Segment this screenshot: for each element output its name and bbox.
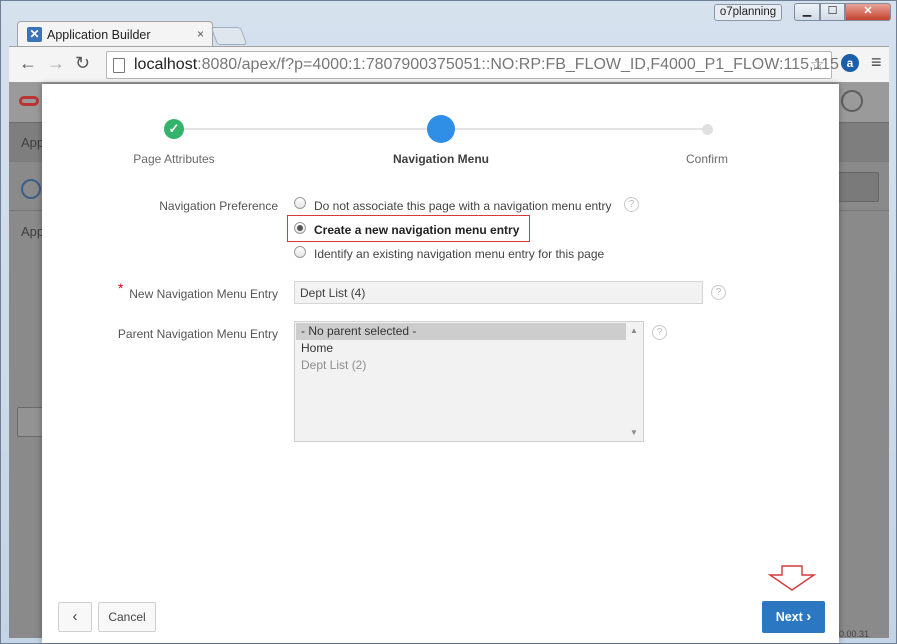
new-entry-input[interactable] <box>294 281 703 304</box>
radio-identify-existing[interactable] <box>294 246 306 258</box>
url-path: :8080/apex/f?p=4000:1:7807900375051::NO:… <box>197 56 839 73</box>
apex-favicon-icon: ✕ <box>27 27 42 42</box>
bg-search-box <box>17 407 45 437</box>
annotation-down-arrow-icon <box>768 565 816 591</box>
maximize-button[interactable]: ☐ <box>820 3 845 21</box>
list-item[interactable]: - No parent selected - <box>296 323 626 340</box>
back-arrow-icon[interactable]: ← <box>19 53 37 74</box>
next-button[interactable]: Next › <box>762 601 825 633</box>
scroll-down-icon[interactable]: ▼ <box>630 428 638 437</box>
parent-entry-listbox[interactable]: - No parent selected - Home Dept List (2… <box>294 321 644 442</box>
radio-no-association[interactable] <box>294 197 306 209</box>
url-text: localhost:8080/apex/f?p=4000:1:780790037… <box>134 56 839 74</box>
browser-tab[interactable]: ✕ Application Builder × <box>17 21 213 47</box>
previous-button[interactable]: ‹ <box>58 602 92 632</box>
help-new-entry-icon[interactable]: ? <box>711 285 726 300</box>
status-fragment: 0.00.31 <box>839 629 870 639</box>
oracle-logo-icon <box>19 96 39 106</box>
radio-no-association-label[interactable]: Do not associate this page with a naviga… <box>314 199 612 213</box>
browser-menu-icon[interactable]: ≡ <box>871 52 882 73</box>
nav-preference-label: Navigation Preference <box>159 199 278 213</box>
bg-user-icon <box>841 90 863 112</box>
reload-icon[interactable]: ↻ <box>75 53 90 74</box>
help-parent-entry-icon[interactable]: ? <box>652 325 667 340</box>
wizard-line-left <box>174 128 442 130</box>
chevron-right-icon: › <box>806 608 812 625</box>
scroll-up-icon[interactable]: ▲ <box>630 326 638 335</box>
extension-icon[interactable]: a <box>841 54 859 72</box>
cancel-button[interactable]: Cancel <box>98 602 156 632</box>
radio-create-new-label[interactable]: Create a new navigation menu entry <box>314 223 519 237</box>
bg-tab-fragment: App <box>21 135 45 150</box>
new-tab-button[interactable] <box>210 27 248 45</box>
next-button-label: Next <box>775 610 803 624</box>
browser-toolbar: ← → ↻ localhost:8080/apex/f?p=4000:1:780… <box>9 46 889 82</box>
address-bar[interactable]: localhost:8080/apex/f?p=4000:1:780790037… <box>106 51 839 79</box>
tab-title: Application Builder <box>47 28 151 42</box>
bookmark-star-icon[interactable]: ☆ <box>810 55 825 75</box>
step-done-check-icon: ✓ <box>164 119 184 139</box>
new-entry-label: New Navigation Menu Entry <box>129 287 278 301</box>
parent-entry-label: Parent Navigation Menu Entry <box>117 327 278 341</box>
url-host: localhost <box>134 56 198 73</box>
wizard-line-right <box>441 128 707 130</box>
required-marker: * <box>118 280 124 296</box>
step-label-navigation-menu: Navigation Menu <box>392 152 489 166</box>
tab-close-icon[interactable]: × <box>197 27 204 41</box>
bg-run-button <box>837 172 879 202</box>
bg-upload-icon <box>21 179 41 199</box>
bg-row-fragment: App <box>21 224 45 239</box>
browser-window: ✕ Application Builder × o7planning ▁ ☐ ✕… <box>0 0 897 644</box>
close-window-button[interactable]: ✕ <box>845 3 891 21</box>
step-pending-dot <box>702 124 713 135</box>
help-nav-preference-icon[interactable]: ? <box>624 197 639 212</box>
step-current-dot <box>427 115 455 143</box>
wizard-dialog: ✓ Page Attributes Navigation Menu Confir… <box>42 84 839 643</box>
listbox-scrollbar[interactable]: ▲ ▼ <box>626 322 643 441</box>
wizard-progress: ✓ Page Attributes Navigation Menu Confir… <box>42 84 839 184</box>
step-label-page-attributes: Page Attributes <box>133 152 215 166</box>
profile-badge[interactable]: o7planning <box>714 4 782 21</box>
title-bar: ✕ Application Builder × o7planning ▁ ☐ ✕ <box>1 1 896 47</box>
forward-arrow-icon[interactable]: → <box>47 53 65 74</box>
minimize-button[interactable]: ▁ <box>794 3 820 21</box>
list-item[interactable]: Dept List (2) <box>296 357 626 374</box>
radio-identify-existing-label[interactable]: Identify an existing navigation menu ent… <box>314 247 604 261</box>
page-icon <box>113 58 125 73</box>
list-item[interactable]: Home <box>296 340 626 357</box>
radio-create-new[interactable] <box>294 222 306 234</box>
step-label-confirm: Confirm <box>685 152 728 166</box>
